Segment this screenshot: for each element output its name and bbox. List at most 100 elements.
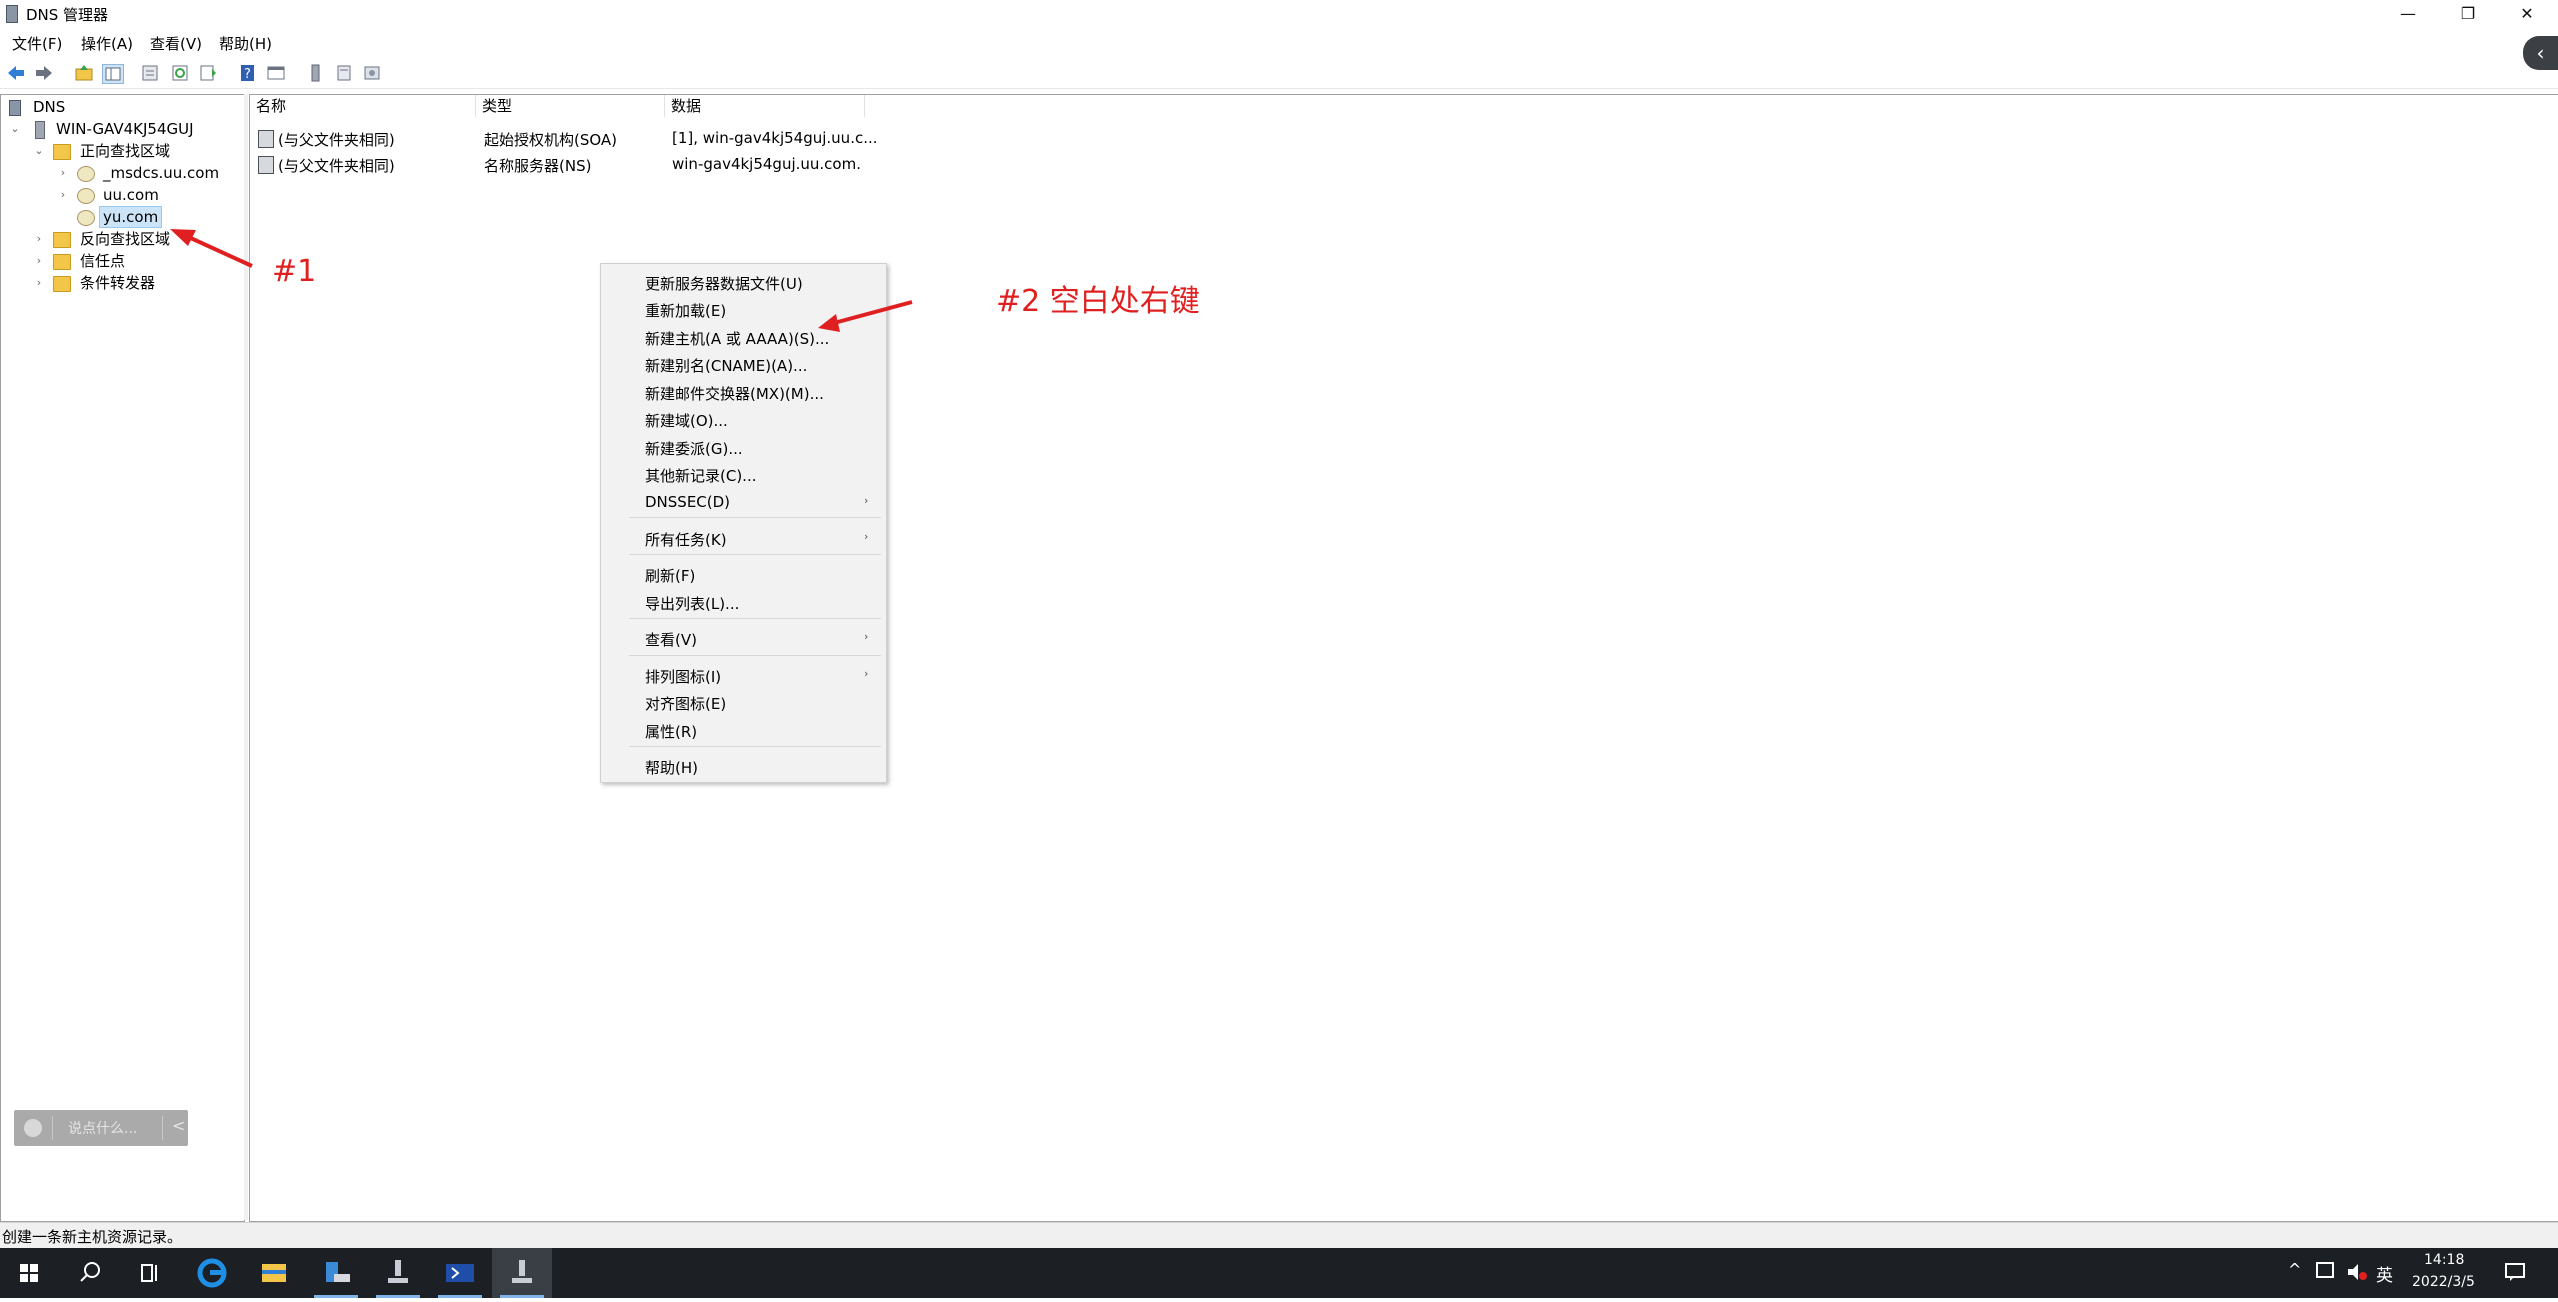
tree-label-dns: DNS <box>33 98 66 116</box>
action-center-icon[interactable] <box>2504 1262 2526 1286</box>
record-icon <box>258 130 274 148</box>
menu-bar: 文件(F) 操作(A) 查看(V) 帮助(H) <box>0 30 2558 54</box>
zone-icon <box>77 166 95 182</box>
column-header-type[interactable]: 类型 <box>476 95 665 117</box>
folder-icon <box>53 232 71 248</box>
properties-icon[interactable] <box>140 64 160 82</box>
forward-icon[interactable] <box>34 64 54 82</box>
window-title: DNS 管理器 <box>26 6 109 24</box>
clock-date[interactable]: 2022/3/5 <box>2412 1274 2475 1290</box>
row-data: [1], win-gav4kj54guj.uu.c... <box>672 129 878 147</box>
menu-separator <box>629 517 881 518</box>
powershell-icon[interactable] <box>430 1248 490 1298</box>
status-bar: 创建一条新主机资源记录。 <box>0 1222 2558 1249</box>
collapse-chevron-icon[interactable]: ⌄ <box>33 141 45 161</box>
status-text: 创建一条新主机资源记录。 <box>2 1228 183 1246</box>
menu-file[interactable]: 文件(F) <box>12 33 62 54</box>
search-icon[interactable] <box>60 1248 120 1298</box>
tree-label-trust-points: 信任点 <box>80 252 126 270</box>
ime-indicator[interactable]: 英 <box>2376 1261 2393 1286</box>
menu-item-new-delegation[interactable]: 新建委派(G)... <box>645 438 743 459</box>
server-manager-icon[interactable] <box>306 1248 366 1298</box>
row-type: 名称服务器(NS) <box>484 157 592 175</box>
expand-chevron-icon[interactable]: › <box>33 229 45 249</box>
dns-manager-icon[interactable] <box>492 1248 552 1298</box>
menu-item-line-up-icons[interactable]: 对齐图标(E) <box>645 693 726 714</box>
menu-item-new-domain[interactable]: 新建域(O)... <box>645 410 728 431</box>
task-view-icon[interactable] <box>120 1248 180 1298</box>
tree-label-zone-selected: yu.com <box>98 206 163 228</box>
zone-icon[interactable] <box>334 64 354 82</box>
chat-input[interactable]: 说点什么... <box>68 1118 137 1138</box>
title-bar: DNS 管理器 — ❐ ✕ <box>0 0 2558 27</box>
zone-icon <box>77 188 95 204</box>
expand-chevron-icon[interactable]: › <box>33 251 45 271</box>
tree-label-reverse-zones: 反向查找区域 <box>80 230 171 248</box>
menu-item-new-host[interactable]: 新建主机(A 或 AAAA)(S)... <box>645 328 829 349</box>
minimize-button[interactable]: — <box>2379 0 2437 27</box>
records-icon[interactable] <box>362 64 382 82</box>
toolbar: ? <box>0 58 2558 89</box>
column-header-name[interactable]: 名称 <box>250 95 476 117</box>
menu-item-update-data-file[interactable]: 更新服务器数据文件(U) <box>645 273 803 294</box>
refresh-icon[interactable] <box>170 64 190 82</box>
menu-item-new-alias[interactable]: 新建别名(CNAME)(A)... <box>645 355 807 376</box>
menu-item-properties[interactable]: 属性(R) <box>645 721 697 742</box>
expand-chevron-icon[interactable]: › <box>57 163 69 183</box>
menu-action[interactable]: 操作(A) <box>81 33 133 54</box>
record-icon <box>258 156 274 174</box>
server-icon[interactable] <box>306 64 326 82</box>
emoji-icon[interactable] <box>24 1119 42 1137</box>
expand-chevron-icon[interactable]: › <box>33 273 45 293</box>
menu-help[interactable]: 帮助(H) <box>219 33 272 54</box>
taskbar: ^ 英 14:18 2022/3/5 <box>0 1248 2558 1298</box>
dns-app-icon <box>6 5 18 23</box>
help-icon[interactable]: ? <box>238 64 258 82</box>
clock-time[interactable]: 14:18 <box>2424 1252 2464 1268</box>
network-icon[interactable] <box>2316 1262 2334 1278</box>
tree-label-zone: uu.com <box>103 186 159 204</box>
menu-view[interactable]: 查看(V) <box>150 33 202 54</box>
show-tree-icon[interactable] <box>102 64 124 84</box>
close-button[interactable]: ✕ <box>2498 0 2556 27</box>
results-pane[interactable]: 名称 类型 数据 (与父文件夹相同) 起始授权机构(SOA) [1], win-… <box>249 94 2558 1222</box>
menu-item-all-tasks[interactable]: 所有任务(K) <box>645 529 727 550</box>
restore-button[interactable]: ❐ <box>2439 0 2497 27</box>
menu-item-arrange-icons[interactable]: 排列图标(I) <box>645 666 721 687</box>
row-name: (与父文件夹相同) <box>278 131 395 149</box>
back-icon[interactable] <box>6 64 26 82</box>
menu-item-refresh[interactable]: 刷新(F) <box>645 565 695 586</box>
submenu-arrow-icon: › <box>864 630 869 643</box>
dns-icon[interactable] <box>368 1248 428 1298</box>
side-panel-chevron-icon[interactable]: ‹ <box>2523 36 2558 70</box>
menu-item-dnssec[interactable]: DNSSEC(D) <box>645 493 730 511</box>
collapse-chat-icon[interactable]: < <box>172 1116 185 1135</box>
up-folder-icon[interactable] <box>74 64 94 82</box>
submenu-arrow-icon: › <box>864 530 869 543</box>
edge-icon[interactable] <box>182 1248 242 1298</box>
pane-splitter[interactable] <box>244 94 248 1220</box>
chat-widget[interactable]: 说点什么... < <box>14 1110 188 1146</box>
export-icon[interactable] <box>198 64 218 82</box>
menu-item-help[interactable]: 帮助(H) <box>645 757 698 778</box>
menu-separator <box>629 618 881 619</box>
file-explorer-icon[interactable] <box>244 1248 304 1298</box>
expand-chevron-icon[interactable]: › <box>57 185 69 205</box>
console-icon[interactable] <box>266 64 286 82</box>
menu-item-view[interactable]: 查看(V) <box>645 629 697 650</box>
row-name: (与父文件夹相同) <box>278 157 395 175</box>
menu-item-new-mx[interactable]: 新建邮件交换器(MX)(M)... <box>645 383 824 404</box>
menu-item-export-list[interactable]: 导出列表(L)... <box>645 593 739 614</box>
submenu-arrow-icon: › <box>864 667 869 680</box>
tree-label-conditional-forwarders: 条件转发器 <box>80 274 156 292</box>
context-menu: 更新服务器数据文件(U) 重新加载(E) 新建主机(A 或 AAAA)(S)..… <box>600 263 887 783</box>
column-header-data[interactable]: 数据 <box>665 95 865 117</box>
menu-item-other-records[interactable]: 其他新记录(C)... <box>645 465 756 486</box>
menu-item-reload[interactable]: 重新加载(E) <box>645 300 726 321</box>
volume-muted-icon[interactable] <box>2346 1262 2368 1286</box>
tray-chevron-icon[interactable]: ^ <box>2288 1260 2301 1279</box>
collapse-chevron-icon[interactable]: ⌄ <box>9 119 21 139</box>
submenu-arrow-icon: › <box>864 494 869 507</box>
menu-separator <box>629 746 881 747</box>
start-icon[interactable] <box>0 1248 60 1298</box>
